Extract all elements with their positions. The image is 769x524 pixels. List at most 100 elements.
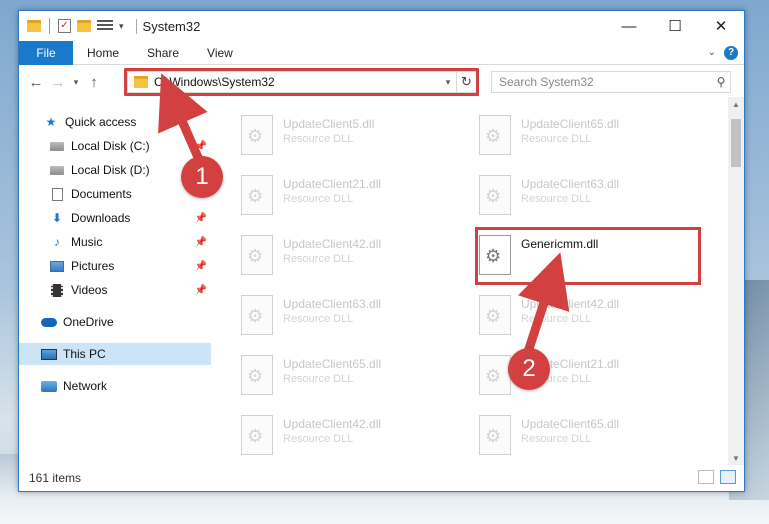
file-type: Resource DLL: [283, 133, 354, 145]
navigation-bar: ← → ▾ ↑ C:\Windows\System32 ▾ ↻ Search S…: [19, 67, 744, 97]
file-name: UpdateClient5.dll: [283, 117, 375, 131]
sidebar-item-network[interactable]: Network: [19, 375, 211, 397]
pin-icon: 📌: [194, 212, 207, 224]
search-icon[interactable]: ⚲: [712, 75, 730, 89]
search-box[interactable]: Search System32 ⚲: [491, 71, 731, 93]
dll-file-icon: ⚙: [479, 415, 511, 455]
computer-icon: [41, 347, 57, 361]
file-type: Resource DLL: [283, 313, 354, 325]
sidebar-item-label: Pictures: [71, 259, 115, 273]
sidebar-item-label: This PC: [63, 347, 106, 361]
item-count: 161 items: [29, 471, 82, 485]
sidebar-item-music[interactable]: ♪ Music 📌: [19, 231, 211, 253]
tab-view[interactable]: View: [193, 46, 247, 60]
file-highlight-box: [475, 227, 701, 285]
sidebar-item-label: Videos: [71, 283, 108, 297]
properties-check-icon[interactable]: ✓: [58, 19, 71, 33]
music-icon: ♪: [54, 235, 60, 249]
sidebar-item-label: Downloads: [71, 211, 131, 225]
back-button[interactable]: ←: [25, 74, 47, 91]
details-view-icon[interactable]: [698, 470, 714, 484]
file-name: UpdateClient65.dll: [283, 357, 382, 371]
maximize-button[interactable]: ☐: [652, 11, 698, 41]
sidebar-item-pictures[interactable]: Pictures 📌: [19, 255, 211, 277]
window-controls: — ☐ ✕: [606, 11, 744, 41]
expand-ribbon-chevron-icon[interactable]: ⌄: [708, 47, 716, 58]
tab-home[interactable]: Home: [73, 46, 133, 60]
file-type: Resource DLL: [521, 133, 592, 145]
file-type: Resource DLL: [521, 313, 592, 325]
sidebar-item-label: Music: [71, 235, 103, 249]
title-bar: ✓ ▾ System32 — ☐ ✕: [19, 11, 744, 41]
dll-file-icon: ⚙: [241, 175, 273, 215]
file-type: Resource DLL: [521, 193, 592, 205]
up-button[interactable]: ↑: [83, 74, 105, 91]
sidebar-item-label: Network: [63, 379, 108, 393]
dll-file-icon: ⚙: [479, 355, 511, 395]
list-item[interactable]: ⚙ UpdateClient63.dll Resource DLL: [241, 291, 461, 343]
customize-toolbar-chevron-icon[interactable]: ▾: [119, 21, 124, 32]
minimize-button[interactable]: —: [606, 11, 652, 41]
ribbon-right-controls: ⌄ ?: [708, 45, 744, 60]
list-item[interactable]: ⚙ UpdateClient5.dll Resource DLL: [241, 111, 461, 163]
list-item[interactable]: ⚙ UpdateClient42.dll Resource DLL: [479, 291, 699, 343]
drive-icon: [49, 139, 65, 153]
file-name: UpdateClient63.dll: [283, 297, 382, 311]
tab-share[interactable]: Share: [133, 46, 193, 60]
dll-file-icon: ⚙: [241, 415, 273, 455]
videos-icon: [49, 283, 65, 297]
close-button[interactable]: ✕: [698, 11, 744, 41]
forward-button[interactable]: →: [47, 74, 69, 91]
file-type: Resource DLL: [521, 433, 592, 445]
list-item[interactable]: ⚙ UpdateClient65.dll Resource DLL: [241, 351, 461, 403]
list-item[interactable]: ⚙ UpdateClient42.dll Resource DLL: [241, 411, 461, 463]
quick-access-toolbar: ✓ ▾: [19, 18, 124, 34]
new-folder-icon[interactable]: [77, 20, 91, 32]
sidebar-item-local-disk-c[interactable]: Local Disk (C:) 📌: [19, 135, 211, 157]
help-icon[interactable]: ?: [724, 45, 738, 60]
cloud-icon: [41, 315, 57, 329]
dll-file-icon: ⚙: [479, 175, 511, 215]
network-icon: [41, 379, 57, 393]
document-icon: [49, 187, 65, 201]
scroll-up-icon[interactable]: ▲: [728, 97, 744, 113]
dll-file-icon: ⚙: [241, 115, 273, 155]
navigation-pane: ★ Quick access Local Disk (C:) 📌 Local D…: [19, 103, 211, 463]
sidebar-item-label: Quick access: [65, 115, 137, 129]
step-2-badge: 2: [508, 348, 550, 390]
status-bar: 161 items: [19, 465, 744, 491]
sidebar-item-downloads[interactable]: ⬇ Downloads 📌: [19, 207, 211, 229]
step-1-badge: 1: [181, 156, 223, 198]
list-item[interactable]: ⚙ UpdateClient21.dll Resource DLL: [241, 171, 461, 223]
sidebar-item-onedrive[interactable]: OneDrive: [19, 311, 211, 333]
list-item[interactable]: ⚙ UpdateClient63.dll Resource DLL: [479, 171, 699, 223]
download-icon: ⬇: [51, 211, 63, 225]
window-title: System32: [135, 18, 200, 34]
folder-icon: [27, 20, 41, 32]
sidebar-item-label: Documents: [71, 187, 132, 201]
properties-icon[interactable]: [97, 19, 113, 33]
file-name: UpdateClient21.dll: [283, 177, 382, 191]
file-type: Resource DLL: [283, 253, 354, 265]
dll-file-icon: ⚙: [479, 295, 511, 335]
pin-icon: 📌: [194, 140, 207, 152]
sidebar-item-label: OneDrive: [63, 315, 114, 329]
pictures-icon: [49, 259, 65, 273]
list-item[interactable]: ⚙ UpdateClient65.dll Resource DLL: [479, 111, 699, 163]
file-type: Resource DLL: [283, 373, 354, 385]
sidebar-item-this-pc[interactable]: This PC: [19, 343, 211, 365]
sidebar-item-quick-access[interactable]: ★ Quick access: [19, 111, 211, 133]
large-icons-view-icon[interactable]: [720, 470, 736, 484]
ribbon-tabs: File Home Share View ⌄ ?: [19, 40, 744, 65]
recent-locations-button[interactable]: ▾: [69, 77, 83, 88]
search-input[interactable]: Search System32: [499, 75, 712, 89]
sidebar-item-videos[interactable]: Videos 📌: [19, 279, 211, 301]
list-item[interactable]: ⚙ UpdateClient65.dll Resource DLL: [479, 411, 699, 463]
list-item[interactable]: ⚙ UpdateClient42.dll Resource DLL: [241, 231, 461, 283]
sidebar-item-label: Local Disk (D:): [71, 163, 150, 177]
address-highlight-box: [124, 68, 479, 96]
vertical-scrollbar[interactable]: ▲ ▼: [728, 97, 744, 467]
tab-file[interactable]: File: [19, 40, 73, 65]
scrollbar-thumb[interactable]: [731, 119, 741, 167]
dll-file-icon: ⚙: [241, 235, 273, 275]
